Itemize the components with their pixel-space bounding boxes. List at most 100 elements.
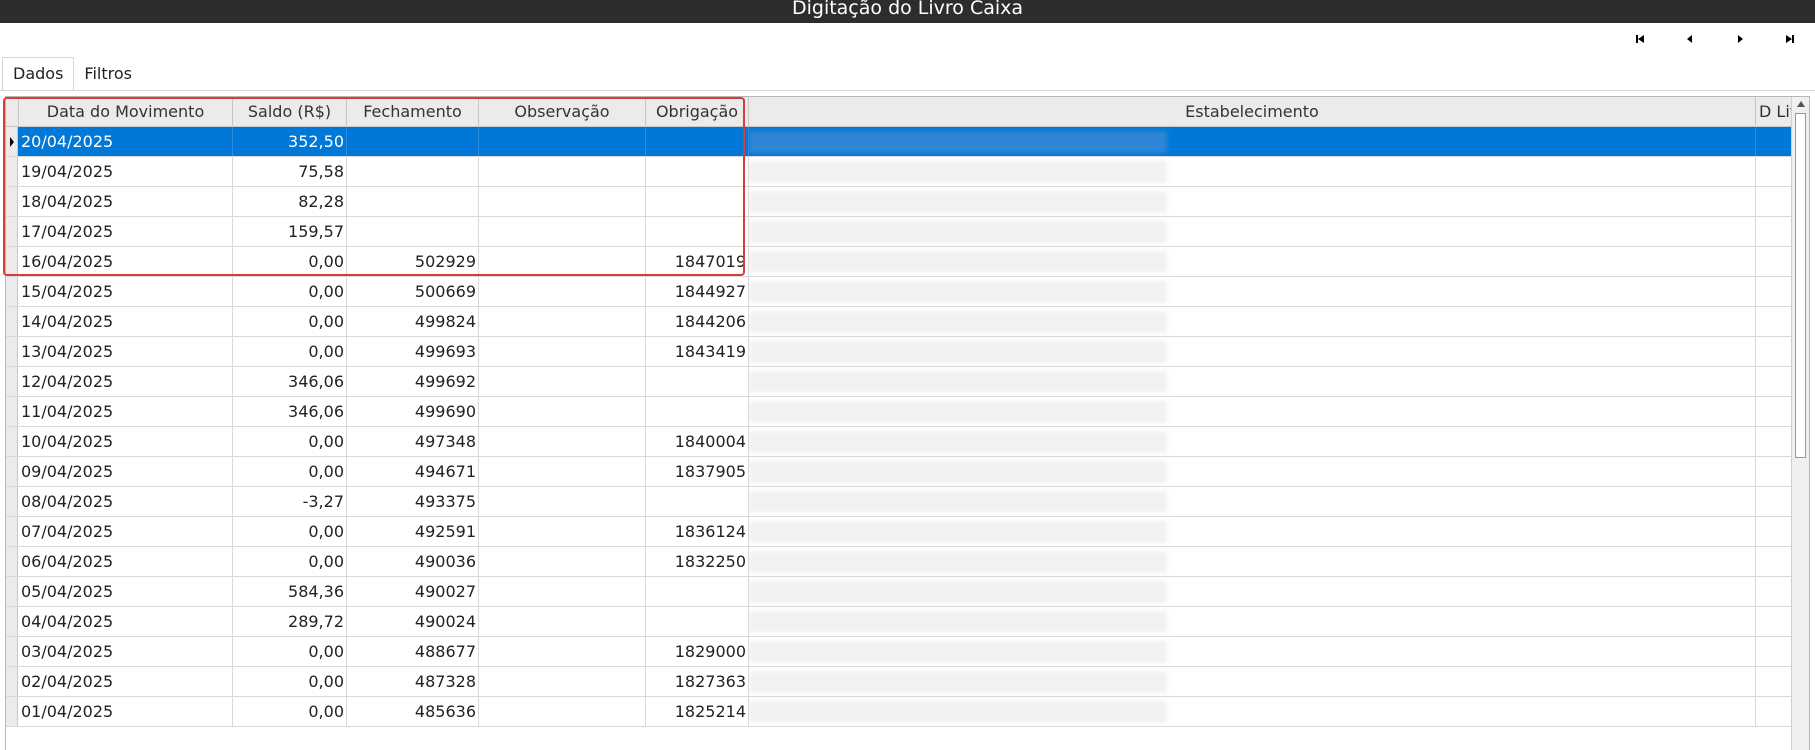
cell-fechamento[interactable]: 493375 [347, 487, 479, 516]
cell-obrigacao[interactable]: 1844206 [646, 307, 749, 336]
cell-estabelecimento-redacted[interactable] [749, 337, 1756, 366]
row-indicator[interactable] [6, 277, 18, 306]
row-indicator[interactable] [6, 337, 18, 366]
table-row[interactable]: 09/04/2025 0,00 494671 1837905 [6, 457, 1791, 487]
cell-data[interactable]: 20/04/2025 [19, 127, 233, 156]
cell-fechamento[interactable]: 500669 [347, 277, 479, 306]
cell-saldo[interactable]: 0,00 [233, 637, 347, 666]
cell-fechamento[interactable]: 502929 [347, 247, 479, 276]
cell-data[interactable]: 03/04/2025 [19, 637, 233, 666]
row-indicator[interactable] [6, 457, 18, 486]
cell-data[interactable]: 13/04/2025 [19, 337, 233, 366]
cell-livro[interactable] [1756, 427, 1791, 456]
cell-livro[interactable] [1756, 367, 1791, 396]
table-row[interactable]: 17/04/2025 159,57 [6, 217, 1791, 247]
table-row[interactable]: 04/04/2025 289,72 490024 [6, 607, 1791, 637]
table-row[interactable]: 12/04/2025 346,06 499692 [6, 367, 1791, 397]
cell-fechamento[interactable]: 499693 [347, 337, 479, 366]
cell-saldo[interactable]: 0,00 [233, 697, 347, 726]
column-header-obrigacao[interactable]: Obrigação [646, 97, 749, 126]
row-indicator[interactable] [6, 367, 18, 396]
cell-data[interactable]: 11/04/2025 [19, 397, 233, 426]
cell-data[interactable]: 04/04/2025 [19, 607, 233, 636]
table-row[interactable]: 02/04/2025 0,00 487328 1827363 [6, 667, 1791, 697]
cell-fechamento[interactable] [347, 187, 479, 216]
cell-obrigacao[interactable]: 1827363 [646, 667, 749, 696]
row-indicator[interactable] [6, 577, 18, 606]
cell-estabelecimento-redacted[interactable] [749, 397, 1756, 426]
table-row[interactable]: 10/04/2025 0,00 497348 1840004 [6, 427, 1791, 457]
cell-livro[interactable] [1756, 127, 1791, 156]
cell-observacao[interactable] [479, 217, 646, 246]
cell-estabelecimento-redacted[interactable] [749, 517, 1756, 546]
cell-livro[interactable] [1756, 547, 1791, 576]
cell-obrigacao[interactable] [646, 577, 749, 606]
cell-fechamento[interactable]: 499690 [347, 397, 479, 426]
cell-fechamento[interactable]: 490036 [347, 547, 479, 576]
cell-observacao[interactable] [479, 457, 646, 486]
cell-observacao[interactable] [479, 427, 646, 456]
cell-estabelecimento-redacted[interactable] [749, 607, 1756, 636]
cell-fechamento[interactable]: 499692 [347, 367, 479, 396]
cell-saldo[interactable]: 346,06 [233, 397, 347, 426]
cell-observacao[interactable] [479, 397, 646, 426]
row-indicator[interactable] [6, 127, 18, 156]
column-header-saldo[interactable]: Saldo (R$) [233, 97, 347, 126]
cell-fechamento[interactable]: 487328 [347, 667, 479, 696]
row-indicator[interactable] [6, 247, 18, 276]
cell-estabelecimento-redacted[interactable] [749, 277, 1756, 306]
cell-fechamento[interactable]: 485636 [347, 697, 479, 726]
table-row[interactable]: 01/04/2025 0,00 485636 1825214 [6, 697, 1791, 727]
row-indicator[interactable] [6, 217, 18, 246]
cell-livro[interactable] [1756, 517, 1791, 546]
cell-estabelecimento-redacted[interactable] [749, 187, 1756, 216]
scroll-up-button[interactable] [1792, 97, 1809, 111]
cell-observacao[interactable] [479, 277, 646, 306]
cell-observacao[interactable] [479, 487, 646, 516]
cell-data[interactable]: 08/04/2025 [19, 487, 233, 516]
table-row[interactable]: 05/04/2025 584,36 490027 [6, 577, 1791, 607]
cell-livro[interactable] [1756, 457, 1791, 486]
cell-obrigacao[interactable] [646, 367, 749, 396]
row-indicator[interactable] [6, 547, 18, 576]
table-row[interactable]: 11/04/2025 346,06 499690 [6, 397, 1791, 427]
cell-estabelecimento-redacted[interactable] [749, 247, 1756, 276]
cell-saldo[interactable]: 0,00 [233, 247, 347, 276]
cell-fechamento[interactable]: 488677 [347, 637, 479, 666]
cell-obrigacao[interactable] [646, 397, 749, 426]
row-indicator[interactable] [6, 697, 18, 726]
cell-obrigacao[interactable]: 1836124 [646, 517, 749, 546]
cell-estabelecimento-redacted[interactable] [749, 157, 1756, 186]
table-row[interactable]: 13/04/2025 0,00 499693 1843419 [6, 337, 1791, 367]
row-indicator[interactable] [6, 517, 18, 546]
cell-obrigacao[interactable] [646, 127, 749, 156]
cell-livro[interactable] [1756, 607, 1791, 636]
cell-obrigacao[interactable]: 1843419 [646, 337, 749, 366]
cell-observacao[interactable] [479, 667, 646, 696]
cell-data[interactable]: 10/04/2025 [19, 427, 233, 456]
cell-data[interactable]: 02/04/2025 [19, 667, 233, 696]
cell-data[interactable]: 07/04/2025 [19, 517, 233, 546]
cell-saldo[interactable]: 346,06 [233, 367, 347, 396]
cell-livro[interactable] [1756, 217, 1791, 246]
cell-estabelecimento-redacted[interactable] [749, 367, 1756, 396]
cell-obrigacao[interactable] [646, 607, 749, 636]
table-row[interactable]: 06/04/2025 0,00 490036 1832250 [6, 547, 1791, 577]
table-row[interactable]: 16/04/2025 0,00 502929 1847019 [6, 247, 1791, 277]
cell-obrigacao[interactable] [646, 187, 749, 216]
scroll-thumb[interactable] [1795, 113, 1806, 458]
column-header-observacao[interactable]: Observação [479, 97, 646, 126]
cell-estabelecimento-redacted[interactable] [749, 637, 1756, 666]
table-row[interactable]: 19/04/2025 75,58 [6, 157, 1791, 187]
row-indicator[interactable] [6, 307, 18, 336]
cell-estabelecimento-redacted[interactable] [749, 667, 1756, 696]
cell-estabelecimento-redacted[interactable] [749, 127, 1756, 156]
column-header-data[interactable]: Data do Movimento [19, 97, 233, 126]
table-row[interactable]: 18/04/2025 82,28 [6, 187, 1791, 217]
next-record-button[interactable] [1715, 30, 1765, 48]
cell-saldo[interactable]: 0,00 [233, 517, 347, 546]
cell-livro[interactable] [1756, 697, 1791, 726]
column-header-livro[interactable]: D Livr [1756, 97, 1791, 126]
row-indicator[interactable] [6, 397, 18, 426]
cell-observacao[interactable] [479, 157, 646, 186]
